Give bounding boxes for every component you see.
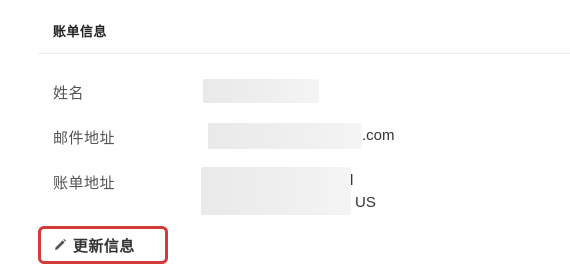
section-title: 账单信息 [53, 24, 108, 39]
email-value-redacted [208, 123, 362, 149]
address-country: US [355, 194, 376, 211]
section-divider [38, 53, 570, 54]
update-info-button[interactable]: 更新信息 [38, 226, 168, 264]
email-label: 邮件地址 [53, 130, 116, 147]
name-value-redacted [203, 79, 319, 103]
update-info-label: 更新信息 [73, 237, 136, 255]
pencil-icon [53, 238, 67, 252]
billing-info-panel: 账单信息 姓名 邮件地址 .com 账单地址 l US 更新信息 [0, 0, 570, 279]
name-label: 姓名 [53, 85, 85, 102]
address-line1-suffix: l [350, 172, 354, 189]
address-label: 账单地址 [53, 175, 116, 192]
email-domain-suffix: .com [362, 127, 395, 144]
address-value-redacted [201, 167, 351, 215]
